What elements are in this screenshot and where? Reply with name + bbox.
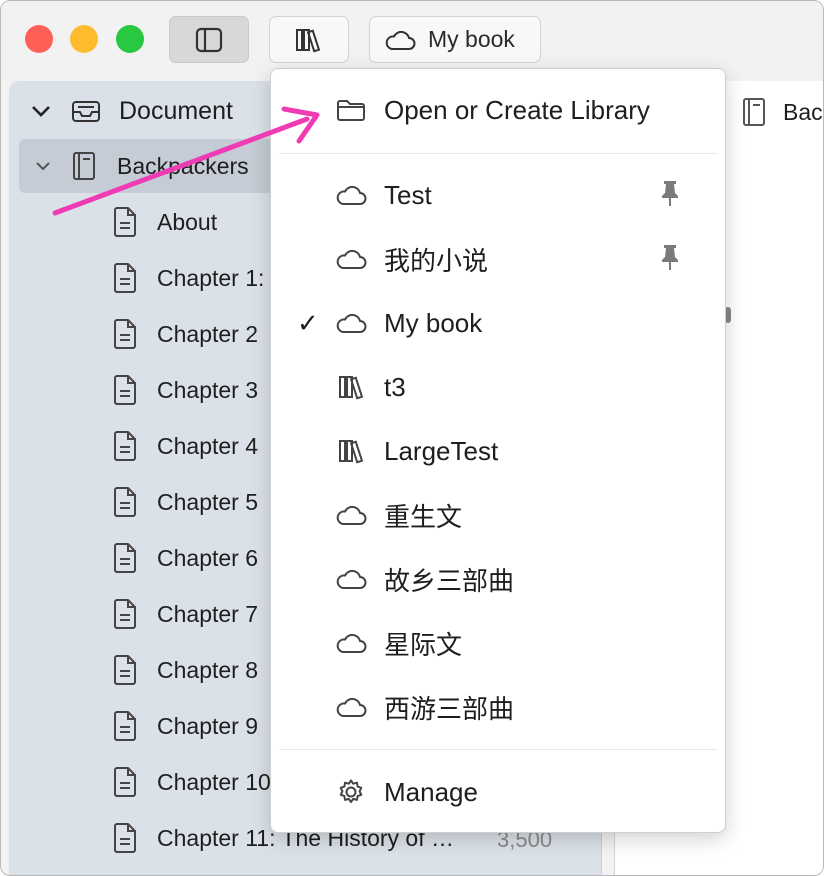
cloud-icon: [335, 307, 367, 339]
toggle-sidebar-button[interactable]: [169, 16, 249, 63]
folder-icon: [335, 94, 367, 126]
sidebar-book-row[interactable]: Backpackers: [35, 138, 249, 194]
menu-item-library[interactable]: 我的小说: [271, 229, 725, 289]
library-icon: [335, 371, 367, 403]
document-label: Chapter 1:: [157, 264, 265, 291]
library-label: t3: [384, 371, 406, 402]
minimize-window-button[interactable]: [70, 25, 98, 53]
sidebar-document-item[interactable]: About: [113, 194, 217, 250]
sidebar-root-row[interactable]: Document: [31, 83, 233, 139]
document-label: Chapter 7: [157, 600, 259, 627]
menu-separator: [279, 749, 717, 750]
menu-item-library[interactable]: t3: [271, 357, 725, 417]
gear-icon: [335, 776, 367, 808]
menu-item-manage[interactable]: Manage: [271, 762, 725, 822]
chevron-down-icon: [32, 106, 50, 117]
checkmark-icon: ✓: [297, 307, 319, 338]
library-label: 故乡三部曲: [384, 565, 515, 596]
document-icon: [113, 319, 137, 349]
document-label: Chapter 3: [157, 376, 259, 403]
cloud-icon: [335, 243, 367, 275]
app-window: My book Document Backpackers About Chapt…: [0, 0, 824, 876]
sidebar-document-item[interactable]: Chapter 2: [113, 306, 258, 362]
document-icon: [113, 599, 137, 629]
chevron-down-icon: [36, 162, 50, 171]
cloud-icon: [385, 30, 416, 50]
sidebar-root-label: Document: [119, 96, 233, 125]
document-label: Chapter 2: [157, 320, 259, 347]
zoom-window-button[interactable]: [116, 25, 144, 53]
document-label: Chapter 9: [157, 712, 259, 739]
document-label: Chapter 6: [157, 544, 259, 571]
cloud-icon: [335, 563, 367, 595]
document-label: Chapter 5: [157, 488, 259, 515]
document-icon: [113, 487, 137, 517]
library-label: My book: [384, 307, 483, 338]
book-icon: [73, 152, 95, 180]
document-icon: [113, 543, 137, 573]
cloud-icon: [335, 627, 367, 659]
sidebar-document-item[interactable]: Chapter 3: [113, 362, 258, 418]
sidebar-document-item[interactable]: Chapter 10: [113, 754, 271, 810]
sidebar-document-item[interactable]: Chapter 7: [113, 586, 258, 642]
sidebar-book-label: Backpackers: [117, 152, 249, 179]
sidebar-document-item[interactable]: Chapter 4: [113, 418, 258, 474]
library-label: 西游三部曲: [384, 693, 515, 724]
sidebar-document-item[interactable]: Chapter 8: [113, 642, 258, 698]
cloud-icon: [335, 179, 367, 211]
library-label: LargeTest: [384, 435, 499, 466]
editor-title: Bac: [783, 99, 823, 125]
document-label: Chapter 4: [157, 432, 259, 459]
menu-item-label: Open or Create Library: [384, 94, 650, 125]
libraries-button[interactable]: [269, 16, 349, 63]
library-dropdown-menu: Open or Create Library Test 我的小说 ✓ My book t…: [270, 68, 726, 833]
document-icon: [113, 767, 137, 797]
document-label: About: [157, 208, 218, 235]
sidebar-document-item[interactable]: Chapter 5: [113, 474, 258, 530]
menu-item-open-create-library[interactable]: Open or Create Library: [271, 80, 725, 140]
current-library-button[interactable]: My book: [369, 16, 541, 63]
library-label: 我的小说: [384, 245, 489, 276]
menu-item-library[interactable]: 西游三部曲: [271, 677, 725, 737]
document-label: Chapter 8: [157, 656, 259, 683]
document-icon: [113, 655, 137, 685]
document-icon: [113, 711, 137, 741]
document-icon: [113, 431, 137, 461]
sidebar-document-item[interactable]: Chapter 1:: [113, 250, 264, 306]
close-window-button[interactable]: [25, 25, 53, 53]
sidebar-document-item[interactable]: Chapter 9: [113, 698, 258, 754]
pin-icon[interactable]: [659, 179, 681, 212]
sidebar-document-item[interactable]: Chapter 6: [113, 530, 258, 586]
menu-item-library[interactable]: ✓ My book: [271, 293, 725, 353]
menu-separator: [279, 153, 717, 154]
document-icon: [113, 207, 137, 237]
book-icon: [743, 98, 765, 126]
library-icon: [296, 28, 321, 53]
document-icon: [113, 375, 137, 405]
menu-item-library[interactable]: 星际文: [271, 613, 725, 673]
menu-item-library[interactable]: Test: [271, 165, 725, 225]
current-library-label: My book: [428, 26, 515, 52]
library-icon: [335, 435, 367, 467]
pin-icon[interactable]: [659, 243, 681, 276]
document-icon: [113, 263, 137, 293]
menu-item-label: Manage: [384, 776, 478, 807]
menu-item-library[interactable]: LargeTest: [271, 421, 725, 481]
sidebar-icon: [195, 27, 223, 52]
document-icon: [113, 823, 137, 853]
document-label: Chapter 10: [157, 768, 271, 795]
cloud-icon: [335, 691, 367, 723]
inbox-icon: [72, 101, 100, 122]
menu-item-library[interactable]: 故乡三部曲: [271, 549, 725, 609]
cloud-icon: [335, 499, 367, 531]
menu-item-library[interactable]: 重生文: [271, 485, 725, 545]
library-label: Test: [384, 179, 432, 210]
library-label: 星际文: [384, 629, 463, 660]
library-label: 重生文: [384, 501, 463, 532]
